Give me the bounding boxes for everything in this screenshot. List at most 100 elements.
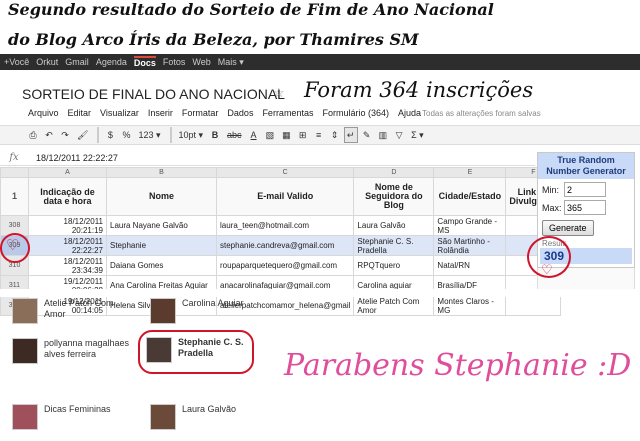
functions-button[interactable]: Σ ▾ xyxy=(408,127,427,143)
print-icon[interactable]: ⎙ xyxy=(26,127,40,143)
merge-icon[interactable]: ⊞ xyxy=(296,127,310,143)
city-cell[interactable]: Campo Grande - MS xyxy=(433,215,507,236)
gbar-gmail[interactable]: Gmail xyxy=(65,57,89,67)
follower-cell[interactable]: Stephanie C. S. Pradella xyxy=(353,235,435,256)
corner-cell[interactable] xyxy=(0,167,29,178)
fx-icon: fx xyxy=(9,152,19,163)
email-cell[interactable]: roupaparquetequero@gmail.com xyxy=(215,255,355,276)
gbar-orkut[interactable]: Orkut xyxy=(36,57,58,67)
gbar-docs[interactable]: Docs xyxy=(133,56,156,68)
valign-icon[interactable]: ⇕ xyxy=(328,127,342,143)
toolbar: ⎙ ↶ ↷ 🖌 $ % 123 ▾ 10pt ▾ B abc A ▧ ▦ ⊞ ≡… xyxy=(0,125,640,145)
section-divider xyxy=(0,289,640,297)
follower-cell[interactable]: Laura Galvão xyxy=(353,215,435,236)
heart-icon: ♡ xyxy=(541,262,553,277)
header-cell[interactable]: Indicação de data e hora xyxy=(28,177,107,216)
follower-item[interactable]: Atelie Patch Com Amor xyxy=(12,298,132,324)
follower-item[interactable]: Carolina Aguiar xyxy=(150,298,270,324)
table-row-selected[interactable]: 309 18/12/2011 22:22:27 Stephanie stephan… xyxy=(0,235,562,256)
follower-item[interactable]: Dicas Femininas xyxy=(12,404,132,430)
name-cell[interactable]: Laura Nayane Galvão xyxy=(106,215,217,236)
date-text: 18/12/2011 xyxy=(63,216,103,226)
header-cell[interactable]: Cidade/Estado xyxy=(433,177,507,216)
font-size-dropdown[interactable]: 10pt ▾ xyxy=(176,127,207,143)
follower-cell[interactable]: Atelie Patch Com Amor xyxy=(353,295,435,316)
wrap-text-icon[interactable]: ↵ xyxy=(343,127,358,143)
menu-formatar[interactable]: Formatar xyxy=(182,108,219,118)
generate-button[interactable]: Generate xyxy=(542,220,594,236)
time-text: 20:21:19 xyxy=(71,225,103,235)
avatar xyxy=(150,298,176,324)
menu-inserir[interactable]: Inserir xyxy=(148,108,173,118)
row-head[interactable]: 1 xyxy=(0,177,29,216)
menu-ajuda[interactable]: Ajuda xyxy=(398,108,421,118)
bold-button[interactable]: B xyxy=(208,127,222,143)
city-cell[interactable]: São Martinho - Rolândia xyxy=(433,235,507,256)
gbar-mais[interactable]: Mais ▾ xyxy=(218,57,244,68)
date-cell[interactable]: 18/12/2011 20:21:19 xyxy=(28,215,107,236)
col-head-e[interactable]: E xyxy=(433,167,507,178)
star-icon[interactable]: ☆ xyxy=(273,85,285,101)
city-cell[interactable]: Natal/RN xyxy=(433,255,507,276)
formula-bar: fx 18/12/2011 22:22:27 xyxy=(0,150,535,166)
gbar-plus-voce[interactable]: +Você xyxy=(4,57,29,67)
rng-max-input[interactable] xyxy=(564,200,606,215)
rng-title: True Random Number Generator xyxy=(538,153,634,179)
rng-max-label: Max: xyxy=(542,202,562,213)
formula-input[interactable]: 18/12/2011 22:22:27 xyxy=(28,153,118,163)
gbar-web[interactable]: Web xyxy=(192,57,210,67)
name-cell[interactable]: Stephanie xyxy=(106,235,217,256)
header-cell[interactable]: E-mail Valido xyxy=(215,177,355,216)
col-head-a[interactable]: A xyxy=(28,167,107,178)
table-row[interactable]: 308 18/12/2011 20:21:19 Laura Nayane Galv… xyxy=(0,215,562,236)
rng-min-input[interactable] xyxy=(564,182,606,197)
percent-button[interactable]: % xyxy=(119,127,133,143)
email-cell[interactable]: stephanie.candreva@gmail.com xyxy=(215,235,355,256)
strikethrough-button[interactable]: abc xyxy=(224,127,245,143)
menu-ferramentas[interactable]: Ferramentas xyxy=(262,108,313,118)
col-head-d[interactable]: D xyxy=(353,167,435,178)
date-cell[interactable]: 18/12/2011 23:34:39 xyxy=(28,255,107,276)
google-bar: +Você Orkut Gmail Agenda Docs Fotos Web … xyxy=(0,54,640,70)
currency-icon[interactable]: $ xyxy=(103,127,117,143)
follower-name: Dicas Femininas xyxy=(44,404,111,414)
follower-item[interactable]: Laura Galvão xyxy=(150,404,270,430)
menu-visualizar[interactable]: Visualizar xyxy=(100,108,139,118)
chart-icon[interactable]: ▥ xyxy=(376,127,391,143)
time-text: 22:22:27 xyxy=(71,245,103,255)
filter-icon[interactable]: ▽ xyxy=(392,127,406,143)
col-head-c[interactable]: C xyxy=(215,167,355,178)
rng-min-label: Min: xyxy=(542,184,560,195)
header-cell[interactable]: Nome xyxy=(106,177,217,216)
paint-format-icon[interactable]: 🖌 xyxy=(74,127,91,143)
menu-editar[interactable]: Editar xyxy=(68,108,92,118)
menu-formulario[interactable]: Formulário (364) xyxy=(322,108,389,118)
doc-title[interactable]: SORTEIO DE FINAL DO ANO NACIONAL xyxy=(22,86,285,102)
borders-icon[interactable]: ▦ xyxy=(279,127,294,143)
fill-color-icon[interactable]: ▧ xyxy=(263,127,278,143)
follower-cell[interactable]: RPQTquero xyxy=(353,255,435,276)
undo-icon[interactable]: ↶ xyxy=(42,127,56,143)
menu-arquivo[interactable]: Arquivo xyxy=(28,108,59,118)
header-cell[interactable]: Nome de Seguidora do Blog xyxy=(353,177,435,216)
col-head-b[interactable]: B xyxy=(106,167,217,178)
date-cell[interactable]: 18/12/2011 22:22:27 xyxy=(28,235,107,256)
city-cell[interactable]: Montes Claros - MG xyxy=(433,295,507,316)
insert-comment-icon[interactable]: ✎ xyxy=(360,127,374,143)
name-cell[interactable]: Daiana Gomes xyxy=(106,255,217,276)
table-row[interactable]: 310 18/12/2011 23:34:39 Daiana Gomes roup… xyxy=(0,255,562,276)
gbar-fotos[interactable]: Fotos xyxy=(163,57,186,67)
link-cell[interactable] xyxy=(505,295,562,316)
headline-line-2: do Blog Arco Íris da Beleza, por Thamire… xyxy=(8,30,419,49)
align-left-icon[interactable]: ≡ xyxy=(312,127,326,143)
number-format-dropdown[interactable]: 123 ▾ xyxy=(135,127,163,143)
menu-dados[interactable]: Dados xyxy=(227,108,253,118)
email-cell[interactable]: laura_teen@hotmail.com xyxy=(215,215,355,236)
text-color-button[interactable]: A xyxy=(247,127,261,143)
gbar-agenda[interactable]: Agenda xyxy=(96,57,127,67)
date-text: 18/12/2011 xyxy=(63,256,103,266)
follower-name: Laura Galvão xyxy=(182,404,237,414)
redo-icon[interactable]: ↷ xyxy=(58,127,72,143)
menu-bar: Arquivo Editar Visualizar Inserir Format… xyxy=(28,108,430,118)
follower-item[interactable]: pollyanna magalhaes alves ferreira xyxy=(12,338,132,364)
